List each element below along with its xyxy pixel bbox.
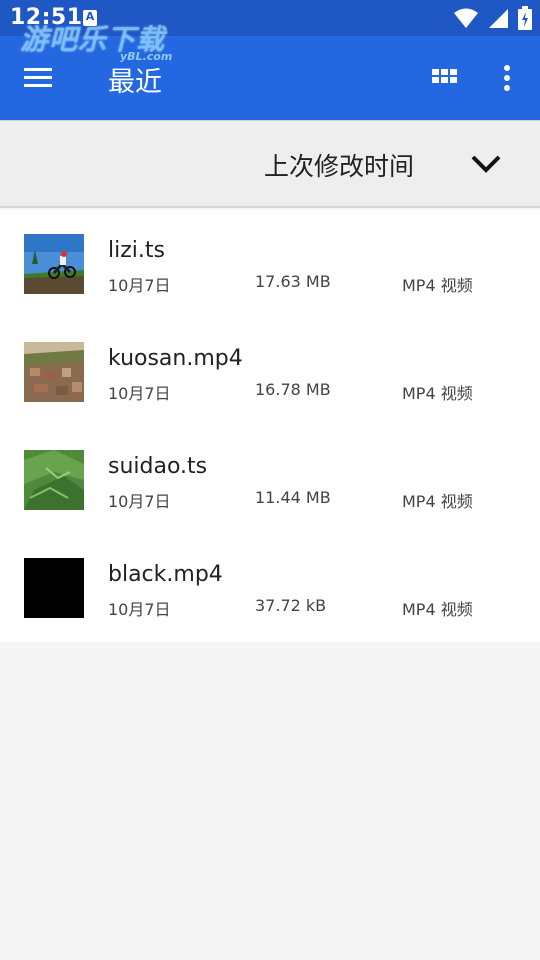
motocross-thumbnail: [24, 234, 84, 294]
file-size: 37.72 kB: [255, 596, 327, 615]
grid-view-icon: [432, 69, 457, 83]
menu-button[interactable]: [22, 60, 62, 96]
file-date: 10月7日: [108, 276, 171, 295]
file-date: 10月7日: [108, 384, 171, 403]
more-options-button[interactable]: [494, 60, 520, 96]
file-name: suidao.ts: [108, 454, 208, 479]
file-size: 11.44 MB: [255, 488, 331, 507]
file-type: MP4 视频: [402, 276, 473, 295]
file-date: 10月7日: [108, 600, 171, 619]
menu-icon: [24, 68, 52, 87]
list-item[interactable]: black.mp4 10月7日 37.72 kB MP4 视频: [0, 534, 540, 642]
file-type: MP4 视频: [402, 600, 473, 619]
chevron-down-icon: [471, 155, 501, 173]
wifi-icon: [454, 8, 478, 28]
terrain-thumbnail: [24, 450, 84, 510]
file-name: kuosan.mp4: [108, 346, 243, 371]
sort-label: 上次修改时间: [264, 152, 415, 181]
list-item[interactable]: lizi.ts 10月7日 17.63 MB MP4 视频: [0, 210, 540, 318]
file-date: 10月7日: [108, 492, 171, 511]
status-icons: [454, 6, 532, 30]
list-item[interactable]: suidao.ts 10月7日 11.44 MB MP4 视频: [0, 426, 540, 534]
file-name: lizi.ts: [108, 238, 165, 263]
watermark-domain: yBL.com: [120, 50, 173, 63]
screen: 12:51 A 最近 游吧乐下载 yBL.com 上次修改时间 lizi.ts …: [0, 0, 540, 960]
file-size: 17.63 MB: [255, 272, 331, 291]
file-size: 16.78 MB: [255, 380, 331, 399]
more-vert-icon: [504, 65, 510, 91]
sort-dropdown[interactable]: 上次修改时间: [0, 120, 540, 208]
file-name: black.mp4: [108, 562, 223, 587]
page-title: 最近: [108, 67, 162, 98]
signal-icon: [489, 9, 508, 28]
file-type: MP4 视频: [402, 492, 473, 511]
battery-icon: [518, 6, 532, 30]
town-aerial-thumbnail: [24, 342, 84, 402]
file-list: lizi.ts 10月7日 17.63 MB MP4 视频 kuosan.mp4…: [0, 210, 540, 642]
grid-view-button[interactable]: [428, 62, 462, 96]
file-type: MP4 视频: [402, 384, 473, 403]
list-item[interactable]: kuosan.mp4 10月7日 16.78 MB MP4 视频: [0, 318, 540, 426]
black-thumbnail: [24, 558, 84, 618]
